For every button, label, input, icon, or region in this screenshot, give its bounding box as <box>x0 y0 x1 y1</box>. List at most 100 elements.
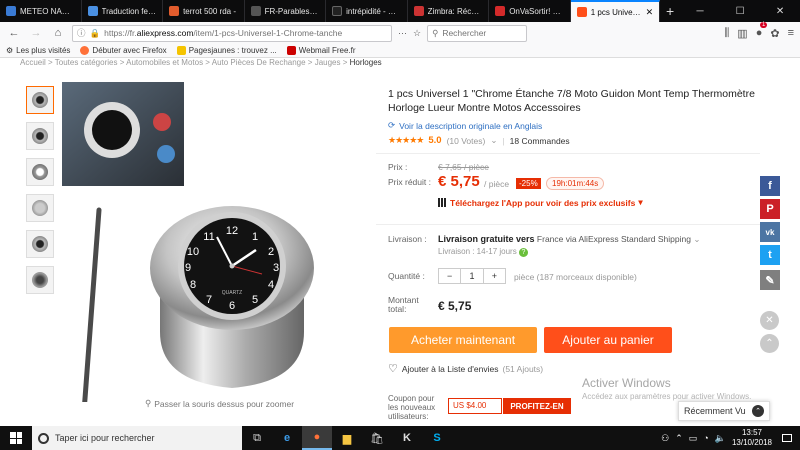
tab-title: FR-Parables Insid <box>264 6 320 16</box>
home-icon[interactable]: ⌂ <box>50 25 66 41</box>
people-icon[interactable]: ⚇ <box>661 433 669 444</box>
search-input[interactable]: ⚲ Rechercher <box>427 24 528 42</box>
new-tab-button[interactable]: + <box>660 0 680 22</box>
tab-aliexpress[interactable]: 1 pcs Universel ✕ <box>570 0 661 22</box>
breadcrumb-current[interactable]: Horloges <box>350 58 382 67</box>
thumbnail[interactable] <box>26 158 54 186</box>
svg-text:6: 6 <box>229 300 235 312</box>
store-icon[interactable]: 🛍 <box>362 426 392 450</box>
tab-meteo[interactable]: METEO NANCY par <box>0 0 82 22</box>
thumbnail[interactable] <box>26 122 54 150</box>
thumbnail[interactable] <box>26 266 54 294</box>
volume-icon[interactable]: 🔈 <box>715 433 726 444</box>
bookmark-pagesjaunes[interactable]: Pagesjaunes : trouvez ... <box>176 46 277 55</box>
increment-button[interactable]: + <box>484 269 505 283</box>
close-circle-icon[interactable]: ✕ <box>760 311 779 330</box>
tab-intrepidite[interactable]: intrépidité - CRIS <box>326 0 408 22</box>
vk-icon[interactable]: vk <box>760 222 780 242</box>
product-image[interactable]: 12 12 3 45 6 78 9 10 11 QUARTZ <box>62 82 362 402</box>
quantity-note: pièce (187 morceaux disponible) <box>514 272 637 282</box>
votes-link[interactable]: (10 Votes) <box>447 136 486 146</box>
library-icon[interactable]: ⫼ <box>724 27 729 40</box>
firefox-taskbar-icon[interactable]: ● <box>302 426 332 450</box>
add-to-cart-button[interactable]: Ajouter au panier <box>544 327 672 353</box>
bookmark-webmail-free[interactable]: Webmail Free.fr <box>286 46 356 55</box>
firefox-icon <box>80 46 90 55</box>
discount-badge: -25% <box>516 178 541 189</box>
recently-viewed-panel[interactable]: Récemment Vu ⌃ <box>678 401 770 421</box>
breadcrumb-path[interactable]: Accueil > Toutes catégories > Automobile… <box>20 58 347 67</box>
forward-icon[interactable]: → <box>28 25 44 41</box>
action-center-icon[interactable] <box>778 426 796 450</box>
thumbnail[interactable] <box>26 230 54 258</box>
minimize-icon[interactable]: ─ <box>680 0 720 22</box>
rating-row: ★★★★★ 5.0 (10 Votes) ⌄ | 18 Commandes <box>388 135 760 146</box>
tab-terrot[interactable]: terrot 500 rda - <box>163 0 245 22</box>
url-bar[interactable]: ⓘ 🔒 https://fr.aliexpress.com/item/1-pcs… <box>72 24 392 42</box>
battery-icon[interactable]: ▭ <box>689 433 698 444</box>
k-app-icon[interactable]: K <box>392 426 422 450</box>
thumbnail[interactable] <box>26 86 54 114</box>
orders-count: 18 Commandes <box>509 135 570 146</box>
translate-link[interactable]: ⟳ Voir la description originale en Anglai… <box>388 120 760 131</box>
tab-parables[interactable]: FR-Parables Insid <box>245 0 327 22</box>
skype-icon[interactable]: S <box>422 426 452 450</box>
quantity-input[interactable]: 1 <box>460 269 484 283</box>
svg-text:10: 10 <box>187 246 199 258</box>
facebook-icon[interactable]: f <box>760 176 780 196</box>
info-icon[interactable]: ⓘ <box>77 27 86 39</box>
addon-icon[interactable]: ● 1 <box>756 22 768 39</box>
twitter-icon[interactable]: t <box>760 245 780 265</box>
network-icon[interactable]: ◔ <box>703 433 708 443</box>
back-icon[interactable]: ← <box>6 25 22 41</box>
tab-traduction[interactable]: Traduction fearle <box>82 0 164 22</box>
bookmark-most-visited[interactable]: ⚙ Les plus visités <box>6 46 70 55</box>
edit-icon[interactable]: ✎ <box>760 270 780 290</box>
file-explorer-icon[interactable]: ▆ <box>332 426 362 450</box>
allen-key <box>82 207 102 402</box>
extension-icon[interactable]: ✿ <box>770 27 779 40</box>
buy-now-button[interactable]: Acheter maintenant <box>389 327 537 353</box>
activation-watermark-text: Accédez aux paramètres pour activer Wind… <box>582 392 752 401</box>
svg-text:1: 1 <box>252 231 258 243</box>
chevron-down-icon[interactable]: ⌄ <box>490 135 497 146</box>
sidebar-icon[interactable]: ▥ <box>737 27 747 40</box>
bookmark-star-icon[interactable]: ☆ <box>413 28 421 39</box>
menu-icon[interactable]: ≡ <box>788 27 794 39</box>
shipping-selector[interactable]: Livraison gratuite vers France via AliEx… <box>438 234 760 245</box>
decrement-button[interactable]: − <box>439 269 460 283</box>
scroll-top-icon[interactable]: ⌃ <box>760 334 779 353</box>
breadcrumb: Accueil > Toutes catégories > Automobile… <box>20 58 382 67</box>
tab-favicon <box>250 6 261 16</box>
close-window-icon[interactable]: ✕ <box>760 0 800 22</box>
tab-favicon <box>413 6 424 16</box>
tab-onvasortir[interactable]: OnVaSortir! Nanc <box>489 0 571 22</box>
app-download-link[interactable]: Téléchargez l'App pour voir des prix exc… <box>438 197 643 208</box>
tab-title: terrot 500 rda - <box>183 6 236 16</box>
zoom-hint: ⚲ Passer la souris dessus pour zoomer <box>145 398 295 409</box>
wishlist-link[interactable]: ♡ Ajouter à la Liste d'envies (51 Ajouts… <box>388 362 543 375</box>
magnifier-icon: ⚲ <box>145 398 152 408</box>
maximize-icon[interactable]: ☐ <box>720 0 760 22</box>
close-tab-icon[interactable]: ✕ <box>646 7 654 18</box>
page-actions-icon[interactable]: ··· <box>398 28 407 38</box>
thumbnail-list <box>26 86 56 302</box>
coupon-button[interactable]: PROFITEZ-EN <box>503 398 571 414</box>
thumbnail[interactable] <box>26 194 54 222</box>
edge-icon[interactable]: e <box>272 426 302 450</box>
bookmark-getting-started[interactable]: Débuter avec Firefox <box>80 46 167 55</box>
tab-zimbra[interactable]: Zimbra: Réception <box>408 0 490 22</box>
clock[interactable]: 13:57 13/10/2018 <box>732 428 772 448</box>
tray-expand-icon[interactable]: ⌃ <box>675 433 683 444</box>
tab-favicon <box>576 7 587 17</box>
windows-start-button[interactable] <box>0 426 32 450</box>
task-view-icon[interactable]: ⧉ <box>242 426 272 450</box>
quantity-label: Quantité : <box>388 271 425 281</box>
divider: | <box>502 135 505 146</box>
chevron-down-icon: ⌄ <box>693 234 701 244</box>
pinterest-icon[interactable]: P <box>760 199 780 219</box>
tab-title: 1 pcs Universel <box>590 7 642 17</box>
taskbar-search-input[interactable]: Taper ici pour rechercher <box>32 426 242 450</box>
windows-taskbar: Taper ici pour rechercher ⧉ e ● ▆ 🛍 K S … <box>0 426 800 450</box>
caret-down-icon: ▾ <box>638 197 643 207</box>
